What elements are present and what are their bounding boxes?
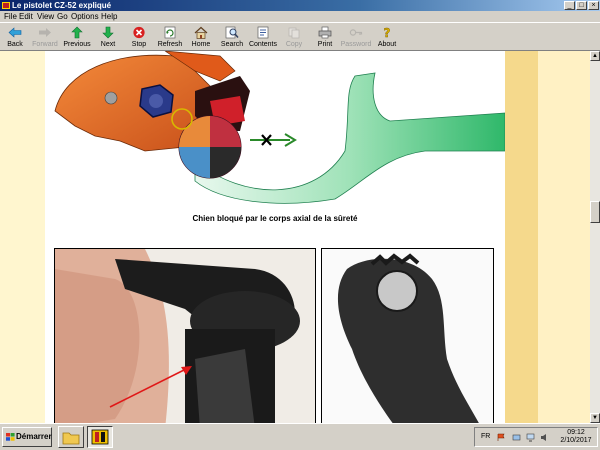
pin-shape: [104, 91, 118, 105]
axle-flat-face: [195, 349, 255, 423]
menu-bar: File Edit View Go Options Help: [0, 11, 600, 22]
next-arrow-icon: [102, 26, 114, 39]
title-bar: Le pistolet CZ-52 expliqué _ □ ×: [0, 0, 600, 11]
scroll-down-arrow-icon[interactable]: ▼: [590, 413, 600, 423]
back-arrow-icon: [8, 27, 22, 38]
hammer-part-photo: [54, 248, 316, 423]
scroll-up-arrow-icon[interactable]: ▲: [590, 51, 600, 61]
sear-part-photo: [321, 248, 494, 423]
help-viewer-app-icon: [91, 429, 109, 445]
left-margin-band: [0, 51, 45, 423]
help-content-pane: Chien bloqué par le corps axial de la sû…: [0, 51, 590, 423]
copy-icon: [288, 27, 300, 39]
about-button[interactable]: ? About: [369, 23, 405, 51]
maximize-button[interactable]: □: [576, 1, 587, 10]
right-cream-band: [538, 51, 590, 423]
volume-icon[interactable]: [540, 433, 549, 442]
network-icon[interactable]: [512, 433, 521, 442]
taskbar: Démarrer FR 09:12 2/10/2017: [0, 423, 600, 450]
window-title: Le pistolet CZ-52 expliqué: [12, 1, 112, 10]
refresh-icon: [164, 26, 176, 39]
explorer-task-button[interactable]: [58, 426, 84, 448]
clock-date: 2/10/2017: [560, 437, 592, 444]
menu-go[interactable]: Go: [57, 11, 68, 22]
sear-part-photo-art: [337, 253, 479, 423]
language-indicator[interactable]: FR: [481, 433, 490, 440]
windows-logo-icon: [6, 433, 15, 441]
close-button[interactable]: ×: [588, 1, 599, 10]
home-icon: [194, 26, 208, 39]
previous-arrow-icon: [71, 26, 83, 39]
forward-button[interactable]: Forward: [27, 23, 63, 51]
disc-blue-quadrant: [179, 147, 210, 178]
search-icon: [225, 26, 239, 39]
help-viewer-task-button[interactable]: [87, 426, 113, 448]
menu-view[interactable]: View: [37, 11, 54, 22]
clock[interactable]: 09:12 2/10/2017: [559, 429, 593, 445]
clock-time: 09:12: [567, 429, 585, 436]
system-tray: FR 09:12 2/10/2017: [474, 427, 598, 447]
minimize-button[interactable]: _: [564, 1, 575, 10]
diagram-caption: Chien bloqué par le corps axial de la sû…: [192, 214, 358, 223]
forward-label: Forward: [32, 41, 58, 48]
safety-mechanism-diagram: [54, 51, 505, 204]
start-label: Démarrer: [16, 432, 52, 441]
disc-dark-quadrant: [210, 147, 241, 178]
right-gold-band: [505, 51, 538, 423]
toolbar: Back Forward Previous Next Stop Refresh …: [0, 22, 600, 51]
scroll-thumb[interactable]: [590, 201, 600, 223]
menu-help[interactable]: Help: [101, 11, 117, 22]
hammer-part-photo-art: [55, 249, 300, 423]
hex-nut-hole: [149, 94, 163, 108]
sear-hole-shape: [376, 270, 418, 312]
about-icon: ?: [383, 26, 391, 39]
vertical-scrollbar[interactable]: ▲ ▼: [590, 51, 600, 423]
menu-edit[interactable]: Edit: [19, 11, 33, 22]
about-label: About: [377, 41, 397, 48]
app-icon: [2, 2, 10, 9]
svg-text:?: ?: [384, 26, 391, 39]
stop-icon: [133, 26, 145, 39]
menu-options[interactable]: Options: [71, 11, 99, 22]
menu-file[interactable]: File: [4, 11, 17, 22]
password-key-icon: [349, 29, 363, 36]
action-center-flag-icon[interactable]: [497, 433, 506, 442]
print-icon: [318, 26, 332, 39]
contents-icon: [257, 26, 269, 39]
display-icon[interactable]: [526, 433, 535, 442]
start-button[interactable]: Démarrer: [2, 427, 52, 447]
forward-arrow-icon: [39, 28, 51, 37]
folder-icon: [62, 432, 80, 445]
